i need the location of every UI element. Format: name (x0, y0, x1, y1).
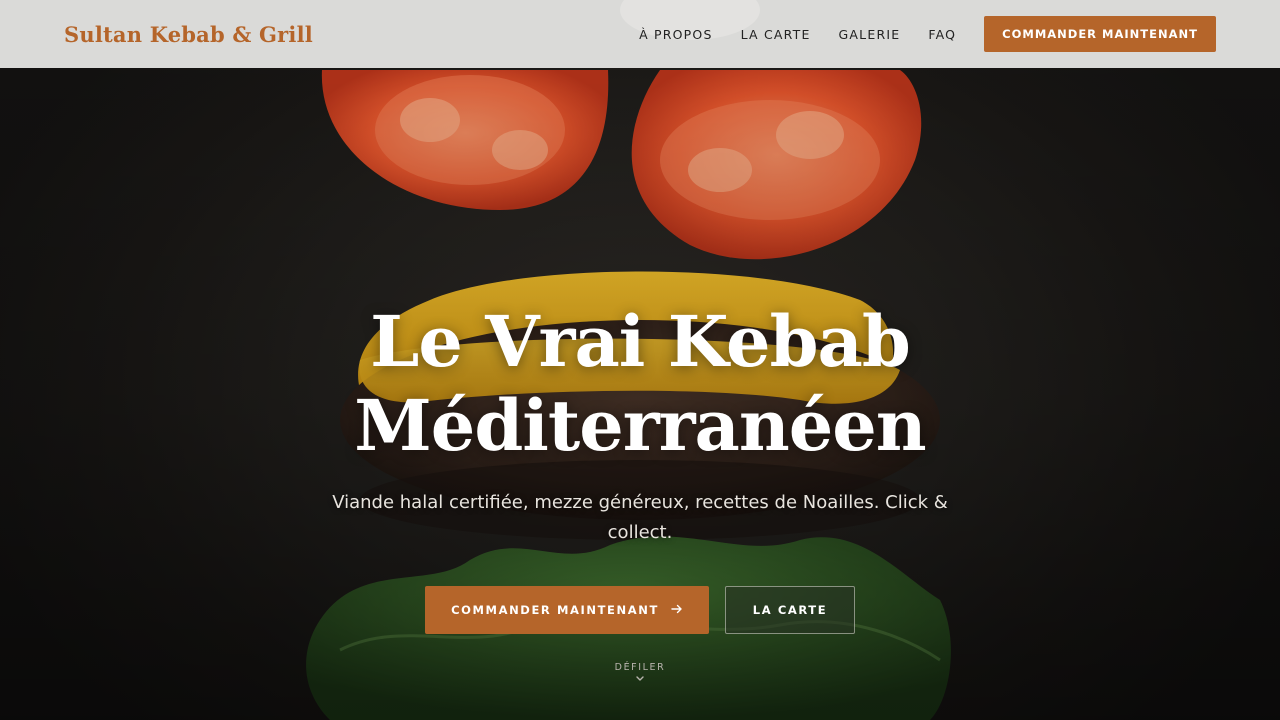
hero-subtitle: Viande halal certifiée, mezze généreux, … (332, 492, 948, 543)
scroll-label: DÉFILER (614, 662, 666, 673)
nav-link-menu[interactable]: LA CARTE (741, 27, 811, 42)
hero-menu-button[interactable]: LA CARTE (725, 586, 855, 634)
chevron-down-icon (636, 676, 644, 681)
hero-order-button-label: COMMANDER MAINTENANT (451, 603, 659, 617)
hero-title-line-1: Le Vrai Kebab (370, 300, 911, 383)
nav-link-gallery[interactable]: GALERIE (839, 27, 901, 42)
hero-title-line-2: Méditerranéen (354, 384, 926, 467)
hero-actions: COMMANDER MAINTENANT LA CARTE (0, 586, 1280, 634)
hero-section: Le Vrai Kebab Méditerranéen Viande halal… (0, 300, 1280, 548)
brand-logo[interactable]: Sultan Kebab & Grill (64, 22, 313, 47)
nav-link-faq[interactable]: FAQ (928, 27, 956, 42)
site-header: Sultan Kebab & Grill À PROPOS LA CARTE G… (0, 0, 1280, 68)
arrow-right-icon (671, 603, 683, 618)
header-order-button[interactable]: COMMANDER MAINTENANT (984, 16, 1216, 52)
hero-order-button[interactable]: COMMANDER MAINTENANT (425, 586, 709, 634)
scroll-indicator[interactable]: DÉFILER (0, 662, 1280, 683)
nav-link-about[interactable]: À PROPOS (639, 27, 713, 42)
main-nav: À PROPOS LA CARTE GALERIE FAQ COMMANDER … (611, 16, 1216, 52)
hero-title: Le Vrai Kebab Méditerranéen (0, 300, 1280, 468)
